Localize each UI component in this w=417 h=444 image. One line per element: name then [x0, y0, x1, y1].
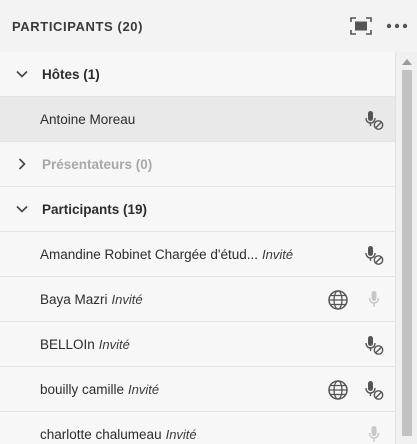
participant-role: Invité [98, 336, 130, 352]
panel-title: PARTICIPANTS (20) [12, 18, 144, 34]
mic-disabled-icon[interactable] [363, 289, 385, 311]
list-item[interactable]: bouilly camille Invité [0, 367, 395, 412]
mic-muted-icon[interactable] [363, 379, 385, 401]
section-participants[interactable]: Participants (19) [0, 187, 395, 232]
participant-name: BELLOIn [40, 336, 95, 352]
list-item[interactable]: charlotte chalumeau Invité [0, 412, 395, 444]
section-label: Présentateurs (0) [42, 156, 153, 172]
globe-icon [327, 379, 349, 401]
chevron-down-icon [12, 199, 32, 219]
more-options-icon[interactable] [385, 14, 409, 38]
scroll-up-arrow-icon[interactable] [396, 54, 417, 70]
mic-muted-icon[interactable] [363, 244, 385, 266]
participant-name: Baya Mazri [40, 291, 108, 307]
fullscreen-icon[interactable] [349, 14, 373, 38]
mic-muted-icon[interactable] [363, 109, 385, 131]
scrollbar-thumb[interactable] [402, 70, 412, 436]
list-item[interactable]: Antoine Moreau [0, 97, 395, 142]
list-item[interactable]: Amandine Robinet Chargée d'étud... Invit… [0, 232, 395, 277]
participant-role: Invité [111, 291, 143, 307]
participant-role: Invité [128, 381, 160, 397]
panel-header: PARTICIPANTS (20) [0, 0, 417, 52]
participants-panel: PARTICIPANTS (20) Hôtes (1) Antoine More… [0, 0, 417, 444]
chevron-down-icon [12, 64, 32, 84]
chevron-right-icon [12, 154, 32, 174]
list-item[interactable]: Baya Mazri Invité [0, 277, 395, 322]
mic-disabled-icon[interactable] [363, 424, 385, 444]
globe-icon [327, 289, 349, 311]
section-hosts[interactable]: Hôtes (1) [0, 52, 395, 97]
participants-list: Hôtes (1) Antoine Moreau Présentateurs (… [0, 52, 395, 444]
participant-name: Antoine Moreau [40, 111, 136, 127]
list-item[interactable]: BELLOIn Invité [0, 322, 395, 367]
mic-muted-icon[interactable] [363, 334, 385, 356]
participant-name: charlotte chalumeau [40, 426, 162, 442]
section-label: Participants (19) [42, 201, 148, 217]
participant-name: Amandine Robinet Chargée d'étud... [40, 246, 258, 262]
participant-role: Invité [261, 246, 294, 262]
section-label: Hôtes (1) [42, 66, 100, 82]
participant-role: Invité [165, 426, 197, 442]
scrollbar[interactable] [395, 52, 417, 444]
section-presenters[interactable]: Présentateurs (0) [0, 142, 395, 187]
header-actions [349, 14, 409, 38]
participant-name: bouilly camille [40, 381, 125, 397]
